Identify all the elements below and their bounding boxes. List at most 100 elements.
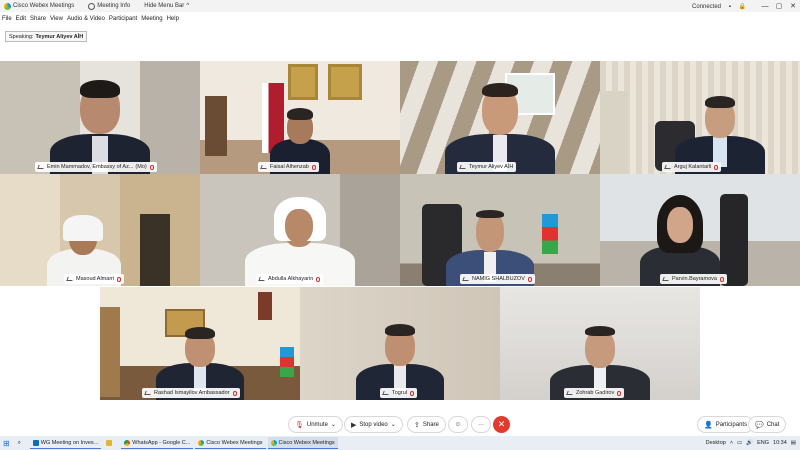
taskbar-app-chrome[interactable]: WhatsApp - Google C... — [121, 437, 194, 449]
clock[interactable]: 10:34 — [773, 440, 787, 446]
door — [600, 91, 628, 174]
participants-button[interactable]: 👤 Participants — [697, 416, 755, 433]
menu-audio-video[interactable]: Audio & Video — [67, 16, 105, 22]
outlook-icon — [32, 439, 39, 446]
taskbar-app-folder[interactable] — [103, 437, 119, 449]
taskbar-app-outlook[interactable]: WG Meeting on Inves... — [29, 437, 102, 449]
bookshelf — [205, 96, 227, 156]
share-button[interactable]: ⇪ Share — [407, 416, 446, 433]
participant-video — [240, 191, 360, 286]
signal-icon — [37, 165, 45, 169]
notifications-icon[interactable]: ▤ — [791, 440, 796, 446]
search-icon[interactable]: ⌕ — [15, 437, 24, 449]
more-options-button[interactable]: ··· — [471, 416, 491, 433]
video-tile-9[interactable]: Rashad Ismayilov Ambassador — [100, 287, 300, 400]
video-tile-3-active-speaker[interactable]: Teymur Aliyev AİH — [400, 61, 600, 174]
menu-file[interactable]: File — [2, 16, 12, 22]
app-title: Cisco Webex Meetings — [4, 2, 74, 10]
close-window-button[interactable]: ✕ — [786, 2, 800, 10]
flag — [280, 347, 294, 377]
participant-video — [435, 79, 565, 174]
menu-help[interactable]: Help — [167, 16, 179, 22]
signal-icon — [382, 391, 390, 395]
muted-mic-icon — [232, 390, 237, 396]
chair — [140, 214, 170, 286]
meeting-info-button[interactable]: Meeting Info — [88, 2, 130, 10]
language-indicator[interactable]: ENG — [757, 440, 769, 446]
portrait-frame — [288, 64, 318, 100]
chat-icon: 💬 — [755, 421, 764, 429]
muted-mic-icon — [714, 164, 719, 170]
muted-mic-icon — [719, 276, 724, 282]
windows-start-icon[interactable]: ⊞ — [0, 437, 13, 449]
flag — [542, 214, 558, 254]
participant-name-tag: Masoud Almarri — [64, 274, 125, 284]
muted-mic-icon — [527, 276, 532, 282]
end-meeting-button[interactable]: ✕ — [493, 416, 510, 433]
desktop-toolbar[interactable]: Desktop — [706, 440, 726, 446]
signal-icon — [462, 277, 470, 281]
participant-name-tag: Arguj Kalantarli — [662, 162, 722, 172]
network-icon[interactable]: ▭ — [737, 440, 742, 446]
chevron-down-icon: ⌄ — [330, 422, 336, 428]
muted-mic-icon — [311, 164, 316, 170]
video-tile-6[interactable]: Abdulla Alkhayarin — [200, 174, 400, 286]
video-tile-2[interactable]: Faisal Alhenzab — [200, 61, 400, 174]
connection-status: Connected ▪ 🔒 — [692, 3, 746, 10]
participant-name-tag: Abdulla Alkhayarin — [256, 274, 324, 284]
signal-icon — [459, 165, 467, 169]
menu-view[interactable]: View — [50, 16, 63, 22]
taskbar-app-webex-1[interactable]: Cisco Webex Meetings — [195, 437, 266, 449]
muted-mic-icon — [117, 276, 122, 282]
unmute-button[interactable]: 🎙 Unmute ⌄ — [288, 416, 343, 433]
chevron-up-icon: ^ — [186, 3, 190, 9]
speaking-indicator: Speaking: Teymur Aliyev AİH — [5, 31, 88, 42]
video-tile-7[interactable]: NAMIG SHALBUZOV — [400, 174, 600, 286]
signal-icon — [66, 277, 74, 281]
video-camera-icon: ▶ — [351, 421, 357, 429]
webex-logo-icon — [270, 439, 277, 446]
menu-bar: File Edit Share View Audio & Video Parti… — [0, 12, 800, 25]
expand-tray-icon[interactable]: ˄ — [730, 440, 733, 446]
signal-icon — [664, 165, 672, 169]
smiley-icon: ☺ — [454, 421, 462, 428]
stop-video-button[interactable]: ▶ Stop video ⌄ — [344, 416, 403, 433]
chrome-icon — [124, 439, 131, 446]
video-tile-5[interactable]: Masoud Almarri — [0, 174, 200, 286]
meeting-controls: 🎙 Unmute ⌄ ▶ Stop video ⌄ ⇪ Share ☺ ··· … — [0, 416, 800, 434]
muted-mic-icon — [316, 276, 321, 282]
menu-edit[interactable]: Edit — [16, 16, 26, 22]
hide-menu-bar-button[interactable]: Hide Menu Bar ^ — [144, 3, 189, 9]
participant-video — [635, 191, 725, 286]
title-bar: Cisco Webex Meetings Meeting Info Hide M… — [0, 0, 800, 12]
system-tray: Desktop ˄ ▭ 🔊 ENG 10:34 ▤ — [702, 436, 796, 450]
chevron-down-icon: ⌄ — [390, 422, 396, 428]
video-tile-1[interactable]: Emin Mammadov, Embassy of Az... (Mo) — [0, 61, 200, 174]
reactions-button[interactable]: ☺ — [448, 416, 468, 433]
chat-button[interactable]: 💬 Chat — [748, 416, 787, 433]
webex-logo-icon — [4, 2, 11, 10]
signal-icon — [258, 277, 266, 281]
muted-mic-icon: 🎙 — [295, 421, 304, 429]
maximize-button[interactable]: ▢ — [772, 2, 786, 10]
menu-meeting[interactable]: Meeting — [141, 16, 162, 22]
menu-share[interactable]: Share — [30, 16, 46, 22]
participant-name-tag: Emin Mammadov, Embassy of Az... (Mo) — [35, 162, 157, 172]
person-icon: 👤 — [704, 421, 713, 429]
video-tile-11[interactable]: Zohrab Gadirov — [500, 287, 700, 400]
video-tile-10[interactable]: Togrul — [300, 287, 500, 400]
taskbar-app-webex-2[interactable]: Cisco Webex Meetings — [267, 437, 338, 449]
participant-name-tag: NAMIG SHALBUZOV — [460, 274, 535, 284]
minimize-button[interactable]: — — [758, 3, 772, 10]
folder-icon — [106, 440, 113, 446]
participant-name-tag: Parvin.Bayramova — [660, 274, 727, 284]
signal-icon — [260, 165, 268, 169]
menu-participant[interactable]: Participant — [109, 16, 137, 22]
webex-logo-icon — [198, 439, 205, 446]
participant-name-tag: Rashad Ismayilov Ambassador — [142, 388, 240, 398]
info-icon — [88, 2, 96, 10]
cabinet — [100, 307, 120, 397]
video-tile-4[interactable]: Arguj Kalantarli — [600, 61, 800, 174]
volume-icon[interactable]: 🔊 — [746, 440, 753, 446]
video-tile-8[interactable]: Parvin.Bayramova — [600, 174, 800, 286]
